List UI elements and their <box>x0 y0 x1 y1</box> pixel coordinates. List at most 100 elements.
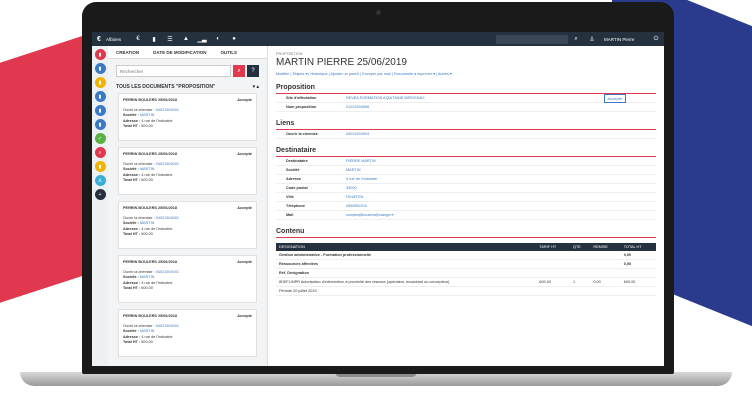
chemise-label: Ouvrir la chemise : <box>123 107 155 112</box>
chemise-link[interactable]: 04021904001 <box>156 216 179 220</box>
societe-label: Société : <box>123 167 139 171</box>
detail-row: Site d'affectation REVEA FORMATION AQUITA… <box>276 94 656 103</box>
table-row: Ressources affectées 0,00 <box>276 259 656 269</box>
search-icon[interactable]: ⌕ <box>568 36 584 43</box>
detail-row: Code postal 33000 <box>276 184 656 193</box>
sort-icon[interactable]: ▾ ▴ <box>253 84 259 90</box>
table-cell: 0,00 <box>620 251 656 260</box>
row-value: 33000 <box>346 186 357 190</box>
row-key: Mail <box>286 213 294 217</box>
table-cell: Gestion administrative - Formation profe… <box>276 251 537 260</box>
total-label: Total HT : <box>123 178 141 182</box>
card-list: PERRIN BOULERS 25/06/2018 Accepté Ouvrir … <box>108 93 267 357</box>
dot-icon[interactable]: ● <box>226 36 242 42</box>
table-row: 8DEFLINPR Autorisation d'intervention à … <box>276 277 656 287</box>
societe-link[interactable]: MARTIN <box>140 275 155 279</box>
tab-modification[interactable]: DATE DE MODIFICATION <box>153 50 206 55</box>
chemise-link[interactable]: 04021904001 <box>156 324 179 328</box>
chemise-label: Ouvrir la chemise : <box>123 161 155 166</box>
pie-icon[interactable]: ◐ <box>210 36 226 42</box>
societe-link[interactable]: MARTIN <box>140 167 155 171</box>
table-row: Période 20 juillet 2019 <box>276 286 656 296</box>
users-icon[interactable]: ♙ <box>94 175 106 186</box>
card-title: PERRIN BOULERS 25/06/2018 <box>123 314 178 318</box>
search-red-icon[interactable]: ⌕ <box>94 147 106 158</box>
total-value: 600,00 <box>141 340 153 344</box>
adresse-label: Adresse : <box>123 334 141 339</box>
search-input[interactable] <box>116 65 231 77</box>
adresse-label: Adresse : <box>123 118 141 123</box>
adresse-label: Adresse : <box>123 226 141 231</box>
doc-yellow-icon[interactable]: ▮ <box>94 77 106 88</box>
section-destinataire: Destinataire <box>276 147 656 157</box>
table-row: Gestion administrative - Formation profe… <box>276 251 656 260</box>
calendar-icon[interactable]: ▮ <box>94 105 106 116</box>
tab-creation[interactable]: CRÉATION <box>116 50 139 55</box>
list-item[interactable]: PERRIN BOULERS 25/06/2018 Accepté Ouvrir … <box>118 147 257 195</box>
societe-link[interactable]: MARTIN <box>140 329 155 333</box>
app-label[interactable]: Affaires <box>106 37 130 42</box>
societe-link[interactable]: MARTIN <box>140 221 155 225</box>
row-value: 4 rue de l'Industrie <box>346 177 378 181</box>
list-item[interactable]: PERRIN BOULERS 25/06/2018 Accepté Ouvrir … <box>118 309 257 357</box>
row-key: Téléphone <box>286 204 305 208</box>
table-cell: Réf. Désignation <box>276 268 537 278</box>
row-value: 01021904696 <box>346 105 370 109</box>
table-cell <box>570 286 591 296</box>
row-key: Société <box>286 168 300 172</box>
card-header: PERRIN BOULERS 25/06/2018 Accepté <box>123 98 252 104</box>
adresse-value: 4 rue de l'Industrie <box>141 118 173 123</box>
print-icon[interactable]: ▮ <box>94 91 106 102</box>
tab-tools[interactable]: OUTILS <box>221 50 238 55</box>
power-icon[interactable]: ⏻ <box>648 36 664 43</box>
document-icon[interactable]: ▮ <box>146 36 162 43</box>
list-icon[interactable]: ☰ <box>162 36 178 43</box>
table-header: DESIGNATION TARIF HT QTE REMISE TOTAL HT <box>276 243 656 251</box>
destinataire-rows: Destinataire PIERRE MARTIN Société MARTIN Ad… <box>276 157 656 220</box>
chart-icon[interactable]: ▁▃ <box>194 36 210 43</box>
adresse-value: 4 rue de l'Industrie <box>141 172 173 177</box>
check-icon[interactable]: ✓ <box>94 133 106 144</box>
doc-blue-icon[interactable]: ▮ <box>94 63 106 74</box>
total-value: 600,00 <box>141 178 153 182</box>
total-label: Total HT : <box>123 124 141 128</box>
card-status: Accepté <box>237 206 252 210</box>
row-value: 0556552210 <box>346 204 368 208</box>
detail-row: Adresse 4 rue de l'Industrie <box>276 175 656 184</box>
chemise-link[interactable]: 04021904001 <box>156 162 179 166</box>
table-cell <box>590 286 621 296</box>
row-value: 04021904004 <box>346 132 370 136</box>
search-button[interactable]: ⌕ <box>233 65 245 77</box>
row-value: HOURTIN <box>346 195 364 199</box>
user-name[interactable]: MARTIN Pierre <box>600 37 648 42</box>
list-item[interactable]: PERRIN BOULERS 25/06/2018 Accepté Ouvrir … <box>118 93 257 141</box>
folder-icon[interactable]: ▮ <box>94 161 106 172</box>
table-cell <box>590 251 621 260</box>
table-cell <box>570 251 591 260</box>
list-item[interactable]: PERRIN BOULERS 25/06/2018 Accepté Ouvrir … <box>118 255 257 303</box>
contenu-table: DESIGNATION TARIF HT QTE REMISE TOTAL HT Ges… <box>276 243 656 296</box>
societe-link[interactable]: MARTIN <box>140 113 155 117</box>
row-key: Site d'affectation <box>286 96 317 100</box>
doc-red-icon[interactable]: ▮ <box>94 49 106 60</box>
column-header: TARIF HT <box>536 243 571 251</box>
list-item[interactable]: PERRIN BOULERS 25/06/2018 Accepté Ouvrir … <box>118 201 257 249</box>
chemise-link[interactable]: 04021904001 <box>156 108 179 112</box>
detail-row: Téléphone 0556552210 <box>276 202 656 211</box>
document-actions[interactable]: Modifier | Étapes ▾ | Historique | Ajout… <box>276 71 656 76</box>
document-detail: PROPOSITION MARTIN PIERRE 25/06/2019 Mod… <box>268 46 664 366</box>
add-icon[interactable]: + <box>94 189 106 200</box>
search-row: ⌕ ? <box>108 59 267 81</box>
euro-icon[interactable]: € <box>130 36 146 42</box>
card-title: PERRIN BOULERS 25/06/2018 <box>123 98 178 102</box>
graduation-icon[interactable]: ▲ <box>178 36 194 42</box>
table-cell <box>590 268 621 278</box>
row-value: compta@boulers@orange.fr <box>346 213 394 217</box>
card-title: PERRIN BOULERS 25/06/2018 <box>123 260 178 264</box>
help-button[interactable]: ? <box>247 65 259 77</box>
top-search-input[interactable] <box>496 34 568 44</box>
user-group-icon[interactable]: ▮ <box>94 119 106 130</box>
user-icon[interactable]: ♙ <box>584 36 600 43</box>
adresse-label: Adresse : <box>123 280 141 285</box>
chemise-link[interactable]: 04021904001 <box>156 270 179 274</box>
